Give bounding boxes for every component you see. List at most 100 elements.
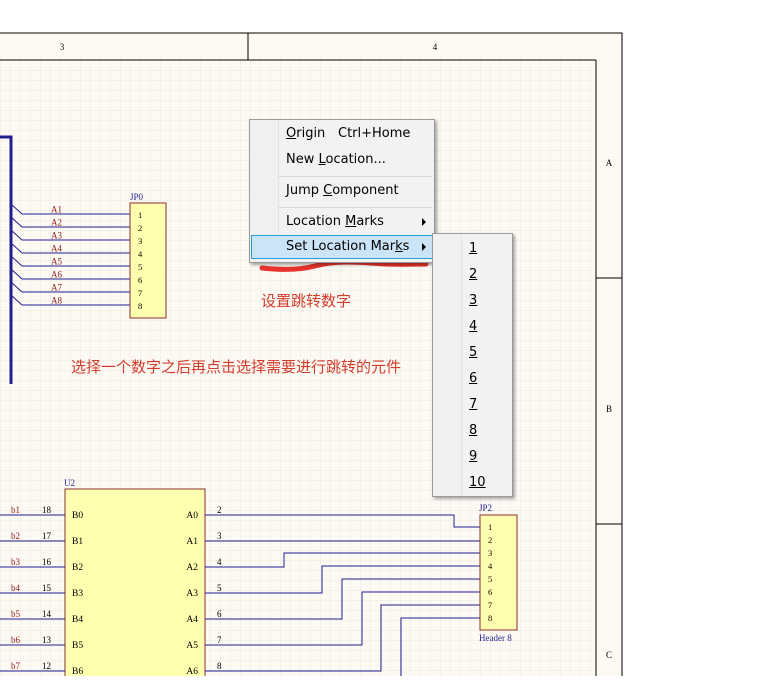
pin-name: B3 bbox=[72, 589, 83, 599]
menu-item-label: ocation... bbox=[325, 152, 386, 167]
pin-number: 2 bbox=[488, 535, 492, 545]
net-label: b7 bbox=[11, 661, 21, 671]
net-label: A5 bbox=[51, 257, 62, 267]
submenu-item-6[interactable]: 6 bbox=[434, 366, 511, 392]
pin-number: 15 bbox=[42, 583, 52, 593]
pin-number: 2 bbox=[138, 223, 142, 233]
jp2-comment: Header 8 bbox=[479, 633, 512, 643]
menu-item-new-location[interactable]: New Location... bbox=[251, 148, 433, 172]
net-label: b4 bbox=[11, 583, 21, 593]
pin-name: A4 bbox=[186, 615, 198, 625]
jp0-designator: JP0 bbox=[130, 192, 144, 202]
submenu-item-2[interactable]: 2 bbox=[434, 262, 511, 288]
submenu-item-3[interactable]: 3 bbox=[434, 288, 511, 314]
menu-separator bbox=[279, 176, 432, 177]
net-label: b2 bbox=[11, 531, 20, 541]
menu-item-label: s bbox=[402, 239, 410, 254]
submenu-item-5[interactable]: 5 bbox=[434, 340, 511, 366]
menu-separator bbox=[279, 207, 432, 208]
pin-number: 13 bbox=[42, 635, 52, 645]
pin-name: B2 bbox=[72, 563, 83, 573]
pin-number: 4 bbox=[217, 557, 222, 567]
submenu-item-10[interactable]: 10 bbox=[434, 470, 511, 496]
pin-name: B4 bbox=[72, 615, 83, 625]
pin-number: 18 bbox=[42, 505, 52, 515]
pin-number: 7 bbox=[488, 600, 492, 610]
u2-body[interactable] bbox=[64, 488, 206, 680]
menu-item-shortcut: Ctrl+Home bbox=[338, 126, 411, 141]
net-label: A4 bbox=[51, 244, 62, 254]
net-label: A1 bbox=[51, 205, 62, 215]
pin-name: B6 bbox=[72, 667, 83, 676]
pin-number: 6 bbox=[488, 587, 492, 597]
column-label: 3 bbox=[60, 42, 65, 52]
menu-item-accelerator: M bbox=[345, 214, 357, 229]
jp2-body[interactable] bbox=[479, 514, 518, 631]
pin-name: B1 bbox=[72, 537, 83, 547]
pin-number: 14 bbox=[42, 609, 52, 619]
u2-designator: U2 bbox=[64, 478, 75, 488]
net-label: A7 bbox=[51, 283, 62, 293]
pin-number: 3 bbox=[138, 236, 142, 246]
submenu-item-8[interactable]: 8 bbox=[434, 418, 511, 444]
net-label: A6 bbox=[51, 270, 62, 280]
pin-number: 1 bbox=[488, 522, 492, 532]
menu-item-accelerator: C bbox=[323, 183, 333, 198]
pin-name: A3 bbox=[186, 589, 198, 599]
pin-number: 17 bbox=[42, 531, 52, 541]
pin-number: 7 bbox=[217, 635, 222, 645]
pin-number: 7 bbox=[138, 288, 142, 298]
submenu-item-7[interactable]: 7 bbox=[434, 392, 511, 418]
pin-name: A1 bbox=[186, 537, 198, 547]
menu-item-jump-component[interactable]: Jump Component bbox=[251, 179, 433, 203]
submenu-item-9[interactable]: 9 bbox=[434, 444, 511, 470]
menu-item-label: Jump bbox=[286, 183, 324, 198]
pin-number: 6 bbox=[217, 609, 222, 619]
pin-number: 5 bbox=[217, 583, 222, 593]
menu-item-label: Location bbox=[286, 214, 346, 229]
jp0-body[interactable] bbox=[129, 202, 167, 319]
net-label: A3 bbox=[51, 231, 62, 241]
net-label: b3 bbox=[11, 557, 21, 567]
pin-number: 1 bbox=[138, 210, 142, 220]
menu-item-accelerator: L bbox=[318, 152, 326, 167]
menu-item-label: arks bbox=[356, 214, 384, 229]
submenu-item-4[interactable]: 4 bbox=[434, 314, 511, 340]
row-label: C bbox=[606, 650, 612, 660]
annotation-instructions: 选择一个数字之后再点击选择需要进行跳转的元件 bbox=[71, 358, 402, 376]
pin-number: 5 bbox=[488, 574, 492, 584]
submenu-arrow-icon bbox=[422, 218, 426, 226]
pin-number: 8 bbox=[488, 613, 492, 623]
menu-item-accelerator: k bbox=[395, 239, 403, 254]
location-marks-submenu: 1 2 3 4 5 6 7 8 9 10 bbox=[432, 233, 513, 497]
menu-item-set-location-marks[interactable]: Set Location Marks bbox=[251, 235, 433, 259]
menu-item-label: Set Location Mar bbox=[286, 239, 396, 254]
annotation-set-number: 设置跳转数字 bbox=[261, 292, 352, 310]
pin-number: 6 bbox=[138, 275, 142, 285]
pin-number: 8 bbox=[217, 661, 222, 671]
row-label: A bbox=[606, 158, 613, 168]
net-label: A2 bbox=[51, 218, 62, 228]
column-label: 4 bbox=[433, 42, 438, 52]
menu-item-accelerator: O bbox=[286, 126, 297, 141]
row-label: B bbox=[606, 404, 612, 414]
pin-number: 8 bbox=[138, 301, 142, 311]
net-label: b5 bbox=[11, 609, 21, 619]
submenu-item-1[interactable]: 1 bbox=[434, 236, 511, 262]
pin-number: 12 bbox=[42, 661, 51, 671]
schematic-canvas[interactable]: 3 4ABC A1A2A3A4A5A6A7A8 JP0 12345678 U2 b… bbox=[0, 0, 763, 680]
net-label: A8 bbox=[51, 296, 62, 306]
pin-name: B0 bbox=[72, 511, 83, 521]
schematic-sheet[interactable]: 34ABC A1 A2 A3 A4 A5 A6 A7 A8 JP0 12345678 U2 b… bbox=[0, 0, 763, 680]
pin-number: 2 bbox=[217, 505, 222, 515]
context-menu: Origin Ctrl+Home New Location... Jump Co… bbox=[249, 119, 435, 263]
menu-item-label: New bbox=[286, 152, 319, 167]
menu-item-location-marks[interactable]: Location Marks bbox=[251, 210, 433, 234]
pin-number: 16 bbox=[42, 557, 52, 567]
pin-name: A6 bbox=[186, 667, 198, 676]
jp2-designator: JP2 bbox=[479, 503, 492, 513]
pin-number: 3 bbox=[217, 531, 222, 541]
net-label: b6 bbox=[11, 635, 21, 645]
menu-item-origin[interactable]: Origin Ctrl+Home bbox=[251, 122, 433, 146]
menu-item-label: omponent bbox=[332, 183, 399, 198]
